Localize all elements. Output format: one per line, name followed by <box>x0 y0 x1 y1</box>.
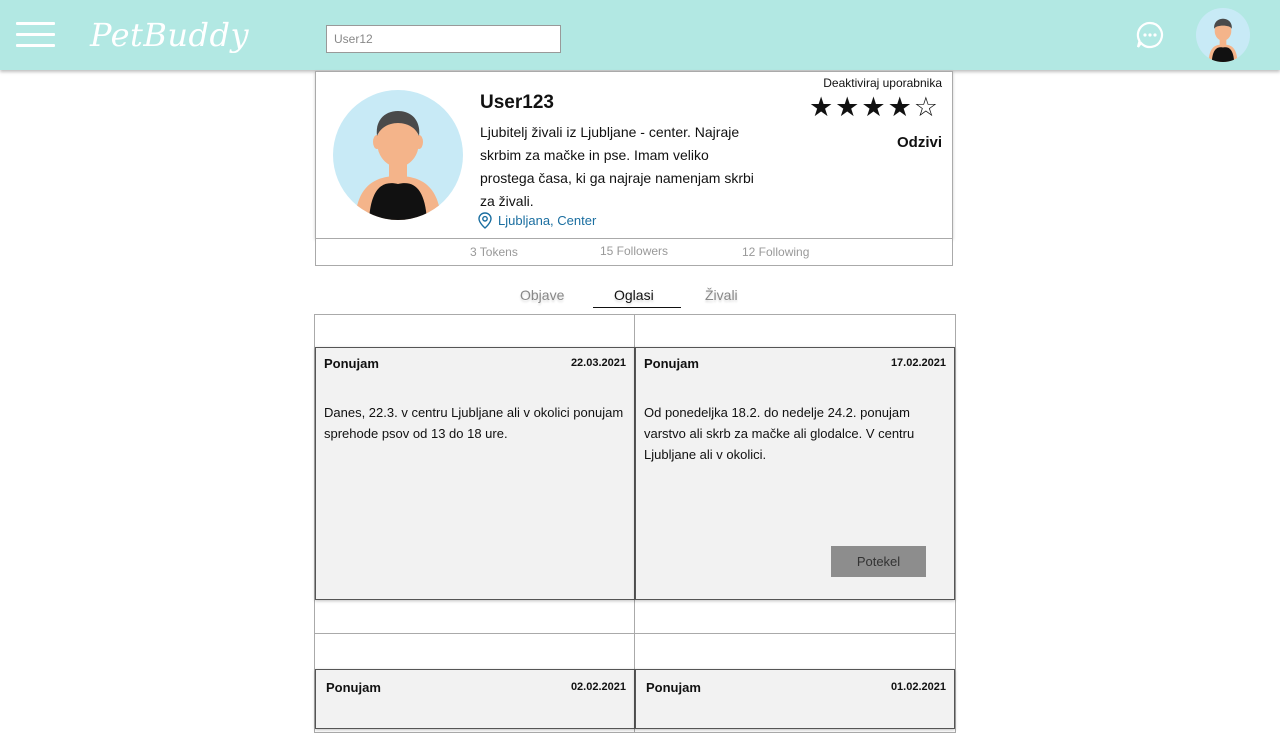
profile-stats-bar: 3 Tokens 15 Followers 12 Following <box>315 238 953 266</box>
ad-type: Ponujam <box>324 356 379 371</box>
active-tab-underline <box>593 307 681 308</box>
rating-stars: ★★★★☆ <box>808 92 940 122</box>
tab-oglasi[interactable]: Oglasi <box>614 287 654 303</box>
ad-card[interactable]: Ponujam 17.02.2021 Od ponedeljka 18.2. d… <box>635 347 955 600</box>
person-avatar-icon <box>355 111 441 220</box>
user-avatar-button[interactable] <box>1196 8 1250 62</box>
ad-date: 22.03.2021 <box>570 357 626 369</box>
profile-location: Ljubljana, Center <box>478 212 596 229</box>
location-pin-icon <box>478 212 492 229</box>
profile-avatar <box>333 90 463 220</box>
ad-type: Ponujam <box>646 680 701 695</box>
tab-objave[interactable]: Objave <box>520 287 564 303</box>
ad-description: Danes, 22.3. v centru Ljubljane ali v ok… <box>324 405 624 441</box>
location-label: Ljubljana, Center <box>498 213 597 228</box>
ad-type: Ponujam <box>326 680 381 695</box>
tab-zivali[interactable]: Živali <box>705 287 738 303</box>
profile-bio: Ljubitelj živali iz Ljubljane - center. … <box>480 124 754 209</box>
ad-card[interactable]: Ponujam 22.03.2021 Danes, 22.3. v centru… <box>315 347 635 600</box>
deactivate-user-link[interactable]: Deaktiviraj uporabnika <box>823 76 942 90</box>
chat-bubble-icon[interactable] <box>1136 21 1164 49</box>
ad-card[interactable]: Ponujam 02.02.2021 <box>315 669 635 729</box>
profile-username: User123 <box>480 92 554 113</box>
ad-type: Ponujam <box>644 356 699 371</box>
tokens-count[interactable]: 3 Tokens <box>470 245 518 259</box>
following-count[interactable]: 12 Following <box>742 245 809 259</box>
ad-description: Od ponedeljka 18.2. do nedelje 24.2. pon… <box>644 405 915 462</box>
ad-card[interactable]: Ponujam 01.02.2021 <box>635 669 955 729</box>
responses-link[interactable]: Odzivi <box>897 134 942 151</box>
profile-card: User123 Ljubitelj živali iz Ljubljane - … <box>315 71 953 239</box>
followers-count[interactable]: 15 Followers <box>600 244 668 258</box>
expired-button[interactable]: Potekel <box>831 546 926 577</box>
user-avatar-icon <box>1208 18 1238 62</box>
top-navigation-bar: PetBuddy <box>0 0 1280 70</box>
search-input[interactable] <box>326 25 561 53</box>
ad-date: 02.02.2021 <box>570 681 626 693</box>
hamburger-menu-icon[interactable] <box>16 22 56 48</box>
petbuddy-logo[interactable]: PetBuddy <box>90 16 249 54</box>
ad-date: 01.02.2021 <box>890 681 946 693</box>
ad-date: 17.02.2021 <box>890 357 946 369</box>
